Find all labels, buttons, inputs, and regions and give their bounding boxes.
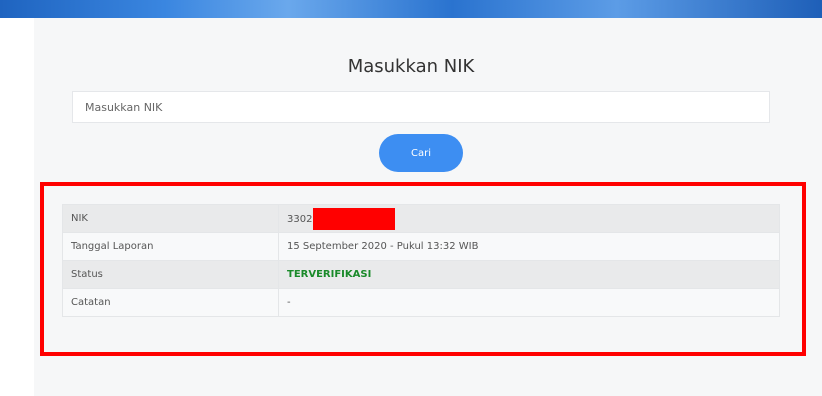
table-row: Status TERVERIFIKASI xyxy=(62,260,780,289)
table-row: Tanggal Laporan 15 September 2020 - Puku… xyxy=(62,232,780,261)
row-label: Tanggal Laporan xyxy=(62,232,279,261)
result-table: NIK 3302 Tanggal Laporan 15 September 20… xyxy=(62,204,780,317)
nik-search-input[interactable] xyxy=(72,91,770,123)
table-row: NIK 3302 xyxy=(62,204,780,233)
row-value: 15 September 2020 - Pukul 13:32 WIB xyxy=(278,232,780,261)
row-label: Status xyxy=(62,260,279,289)
row-label: NIK xyxy=(62,204,279,233)
page-title: Masukkan NIK xyxy=(347,56,475,77)
row-label: Catatan xyxy=(62,288,279,317)
table-row: Catatan - xyxy=(62,288,780,317)
row-value: - xyxy=(278,288,780,317)
search-button[interactable]: Cari xyxy=(379,134,463,172)
redaction-block xyxy=(313,207,396,230)
status-badge: TERVERIFIKASI xyxy=(287,269,372,280)
row-value: 3302 xyxy=(278,204,780,233)
row-value: TERVERIFIKASI xyxy=(278,260,780,289)
top-banner xyxy=(0,0,822,18)
nik-value: 3302 xyxy=(287,213,313,225)
